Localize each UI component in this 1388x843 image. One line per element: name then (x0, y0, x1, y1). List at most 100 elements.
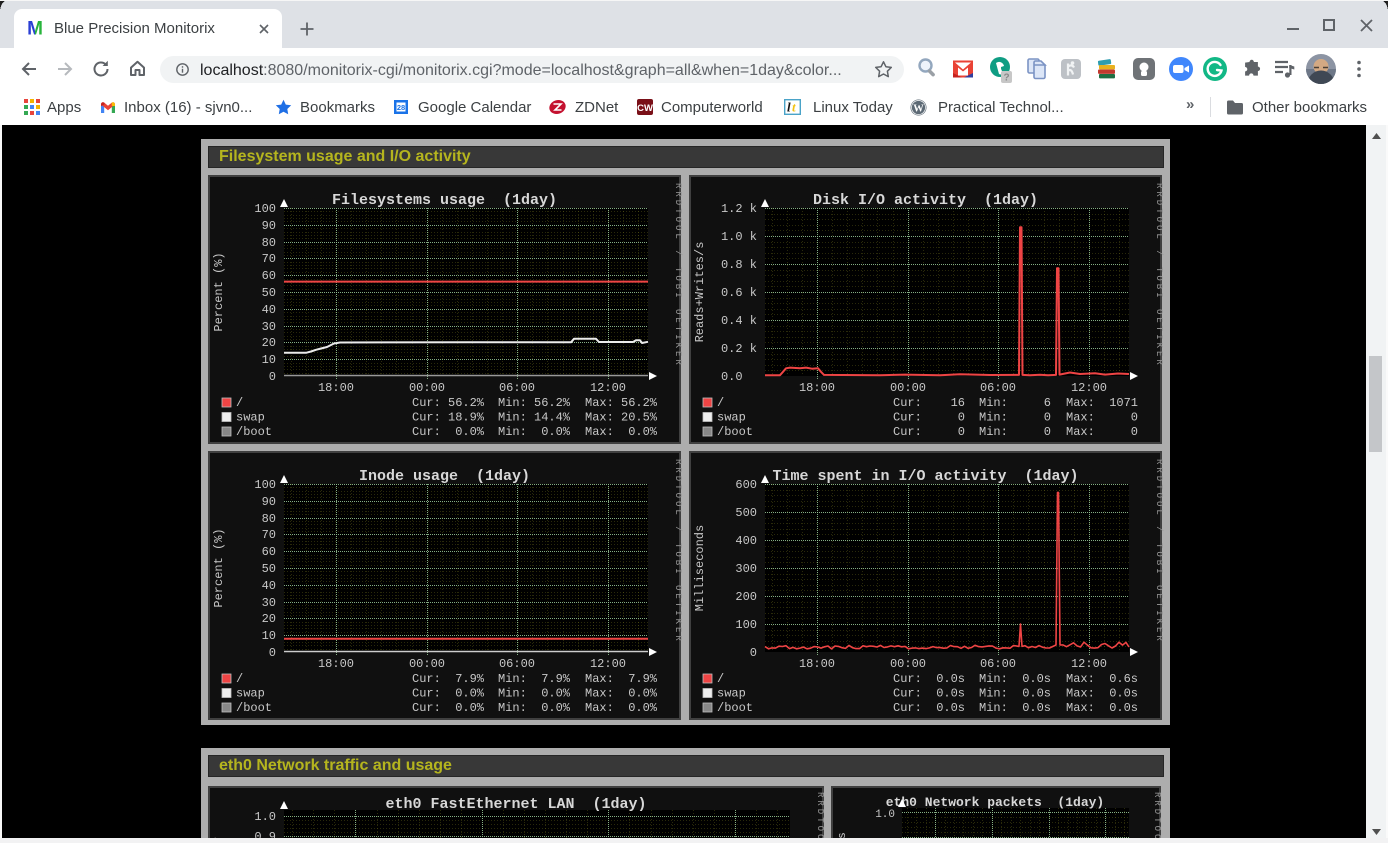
svg-text:00:00: 00:00 (890, 381, 926, 395)
svg-text:0: 0 (750, 646, 757, 660)
svg-text:swap: swap (236, 411, 265, 425)
svg-text:Cur: 56.2%: Cur: 56.2% (412, 396, 485, 410)
svg-text:eth0 FastEthernet LAN (1day): eth0 FastEthernet LAN (1day) (385, 796, 646, 813)
svg-text:Max: 0.6s: Max: 0.6s (1066, 672, 1138, 686)
svg-text:/: / (717, 672, 724, 686)
svg-text:06:00: 06:00 (980, 381, 1016, 395)
svg-text:Max: 20.5%: Max: 20.5% (585, 411, 658, 425)
svg-text:90: 90 (262, 219, 276, 233)
svg-text:Reads+Writes/s: Reads+Writes/s (693, 242, 707, 343)
svg-text:Percent (%): Percent (%) (212, 528, 226, 607)
svg-text:Max: 0: Max: 0 (1066, 425, 1138, 439)
svg-text:Max: 0.0s: Max: 0.0s (1066, 687, 1138, 701)
svg-text:Min: 0.0%: Min: 0.0% (498, 701, 571, 715)
svg-text:Cur: 16: Cur: 16 (893, 396, 965, 410)
svg-text:400: 400 (735, 534, 757, 548)
svg-text:Cur: 0: Cur: 0 (893, 411, 965, 425)
svg-text:RRDTOOL / TOBI OETIKER: RRDTOOL / TOBI OETIKER (1152, 792, 1162, 843)
svg-text:50: 50 (262, 562, 276, 576)
svg-text:12:00: 12:00 (1071, 657, 1107, 671)
svg-text:500: 500 (735, 506, 757, 520)
svg-text:1.0 k: 1.0 k (721, 230, 757, 244)
svg-text:18:00: 18:00 (318, 657, 354, 671)
svg-text:RRDTOOL / TOBI OETIKER: RRDTOOL / TOBI OETIKER (815, 792, 825, 843)
svg-text:60: 60 (262, 269, 276, 283)
svg-text:Max: 0.0%: Max: 0.0% (585, 701, 658, 715)
svg-text:Min: 6: Min: 6 (979, 396, 1051, 410)
svg-text:Percent (%): Percent (%) (212, 252, 226, 331)
svg-text:Max: 1071: Max: 1071 (1066, 396, 1138, 410)
svg-text:10: 10 (262, 629, 276, 643)
svg-text:100: 100 (254, 478, 276, 492)
svg-text:18:00: 18:00 (318, 381, 354, 395)
svg-text:Cur: 0.0%: Cur: 0.0% (412, 425, 485, 439)
svg-text:/: / (717, 396, 724, 410)
svg-text:RRDTOOL / TOBI OETIKER: RRDTOOL / TOBI OETIKER (1154, 459, 1164, 644)
svg-text:12:00: 12:00 (1071, 381, 1107, 395)
svg-text:Max: 56.2%: Max: 56.2% (585, 396, 658, 410)
svg-text:Min: 0: Min: 0 (979, 411, 1051, 425)
svg-text:Min: 0.0s: Min: 0.0s (979, 687, 1051, 701)
svg-text:0.6 k: 0.6 k (721, 286, 757, 300)
svg-text:Max: 7.9%: Max: 7.9% (585, 672, 658, 686)
svg-text:0.2 k: 0.2 k (721, 342, 757, 356)
svg-text:20: 20 (262, 336, 276, 350)
svg-text:00:00: 00:00 (409, 657, 445, 671)
svg-text:Milliseconds: Milliseconds (693, 525, 707, 611)
svg-text:600: 600 (735, 478, 757, 492)
svg-text:/: / (236, 396, 243, 410)
svg-text:40: 40 (262, 303, 276, 317)
svg-text:300: 300 (735, 562, 757, 576)
svg-text:18:00: 18:00 (799, 657, 835, 671)
svg-text:Cur: 0.0s: Cur: 0.0s (893, 701, 965, 715)
svg-text:Time spent in I/O activity (1: Time spent in I/O activity (1day) (772, 468, 1078, 485)
svg-text:RRDTOOL / TOBI OETIKER: RRDTOOL / TOBI OETIKER (673, 459, 683, 644)
svg-text:Min: 56.2%: Min: 56.2% (498, 396, 571, 410)
svg-text:Min: 0.0s: Min: 0.0s (979, 672, 1051, 686)
svg-text:06:00: 06:00 (499, 657, 535, 671)
svg-text:Min: 14.4%: Min: 14.4% (498, 411, 571, 425)
svg-text:Disk I/O activity (1day): Disk I/O activity (1day) (813, 192, 1038, 209)
svg-text:0.8 k: 0.8 k (721, 258, 757, 272)
svg-text:00:00: 00:00 (409, 381, 445, 395)
svg-text:/boot: /boot (717, 701, 753, 715)
svg-text:Cur: 0.0s: Cur: 0.0s (893, 672, 965, 686)
svg-text:swap: swap (717, 411, 746, 425)
svg-text:200: 200 (735, 590, 757, 604)
svg-text:90: 90 (262, 495, 276, 509)
svg-text:30: 30 (262, 596, 276, 610)
svg-text:Min: 7.9%: Min: 7.9% (498, 672, 571, 686)
svg-text:1.0: 1.0 (254, 810, 276, 824)
svg-text:Min: 0: Min: 0 (979, 425, 1051, 439)
svg-text:Filesystems usage (1day): Filesystems usage (1day) (332, 192, 557, 209)
svg-text:00:00: 00:00 (890, 657, 926, 671)
svg-text:80: 80 (262, 512, 276, 526)
svg-text:100: 100 (735, 618, 757, 632)
svg-text:Max: 0.0%: Max: 0.0% (585, 687, 658, 701)
svg-text:12:00: 12:00 (590, 657, 626, 671)
svg-text:10: 10 (262, 353, 276, 367)
svg-text:/boot: /boot (236, 425, 272, 439)
svg-text:60: 60 (262, 545, 276, 559)
svg-text:Cur: 0.0%: Cur: 0.0% (412, 701, 485, 715)
svg-text:swap: swap (236, 687, 265, 701)
svg-text:06:00: 06:00 (980, 657, 1016, 671)
svg-text:0.4 k: 0.4 k (721, 314, 757, 328)
svg-text:1.2 k: 1.2 k (721, 202, 757, 216)
svg-text:06:00: 06:00 (499, 381, 535, 395)
svg-text:Cur: 0: Cur: 0 (893, 425, 965, 439)
svg-text:RRDTOOL / TOBI OETIKER: RRDTOOL / TOBI OETIKER (1154, 183, 1164, 368)
svg-text:Max: 0.0s: Max: 0.0s (1066, 701, 1138, 715)
svg-text:1.0: 1.0 (875, 809, 895, 821)
svg-text:40: 40 (262, 579, 276, 593)
svg-text:0: 0 (269, 370, 276, 384)
svg-text:18:00: 18:00 (799, 381, 835, 395)
svg-text:0.0: 0.0 (721, 370, 757, 384)
svg-text:30: 30 (262, 320, 276, 334)
svg-text:Min: 0.0%: Min: 0.0% (498, 687, 571, 701)
svg-text:Cur: 7.9%: Cur: 7.9% (412, 672, 485, 686)
svg-text:100: 100 (254, 202, 276, 216)
svg-text:Max: 0.0%: Max: 0.0% (585, 425, 658, 439)
svg-text:RRDTOOL / TOBI OETIKER: RRDTOOL / TOBI OETIKER (673, 183, 683, 368)
svg-text:/boot: /boot (717, 425, 753, 439)
